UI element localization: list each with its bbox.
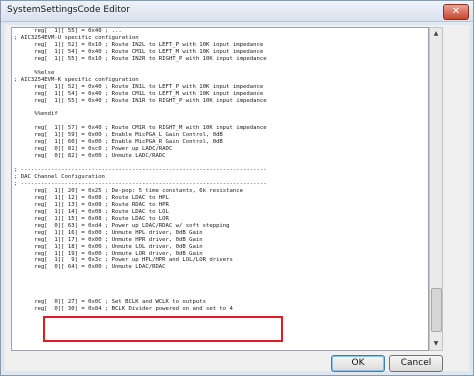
close-button[interactable]: ✕	[443, 4, 469, 20]
code-editor[interactable]: reg[ 1][ 55] = 0x40 ; ... ; AIC3254EVM-U…	[11, 27, 429, 351]
window-title: SystemSettingsCode Editor	[7, 5, 131, 15]
scrollbar-thumb[interactable]	[431, 288, 442, 332]
highlight-box	[43, 316, 283, 342]
ok-button[interactable]: OK	[331, 355, 385, 372]
cancel-button[interactable]: Cancel	[389, 355, 443, 372]
title-bar: SystemSettingsCode Editor ✕	[1, 1, 473, 22]
scroll-down-arrow-icon[interactable]: ▼	[430, 338, 442, 350]
scroll-up-arrow-icon[interactable]: ▲	[430, 28, 442, 40]
vertical-scrollbar[interactable]: ▲ ▼	[429, 27, 443, 351]
editor-window: SystemSettingsCode Editor ✕ reg[ 1][ 55]…	[0, 0, 474, 376]
code-text[interactable]: reg[ 1][ 55] = 0x40 ; ... ; AIC3254EVM-U…	[12, 28, 428, 313]
client-area: reg[ 1][ 55] = 0x40 ; ... ; AIC3254EVM-U…	[5, 25, 469, 372]
